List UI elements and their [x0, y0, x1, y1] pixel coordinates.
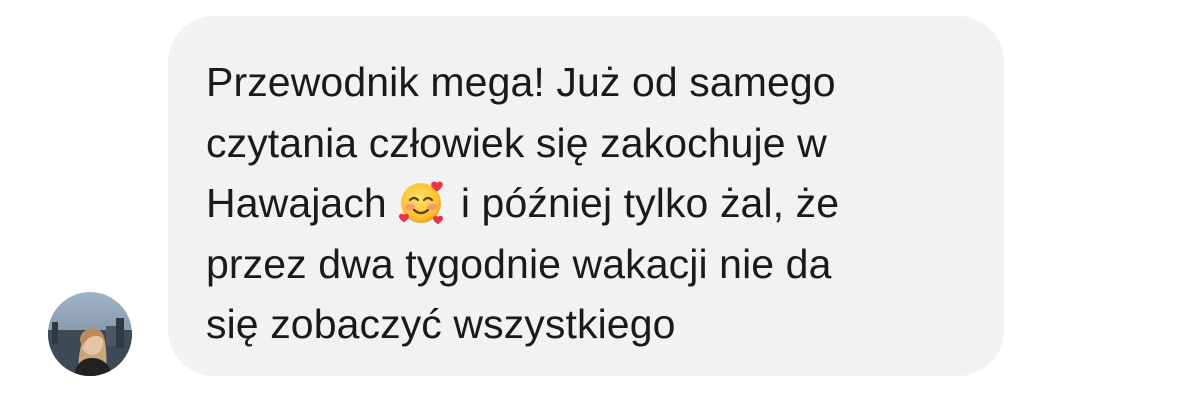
avatar[interactable] [48, 292, 132, 376]
message-row: Przewodnik mega! Już od samego czytania … [0, 0, 1179, 399]
avatar-photo [48, 292, 132, 376]
message-bubble[interactable]: Przewodnik mega! Już od samego czytania … [168, 16, 1004, 376]
smiling-face-with-hearts-icon [397, 177, 447, 227]
message-text: Przewodnik mega! Już od samego czytania … [206, 52, 984, 355]
